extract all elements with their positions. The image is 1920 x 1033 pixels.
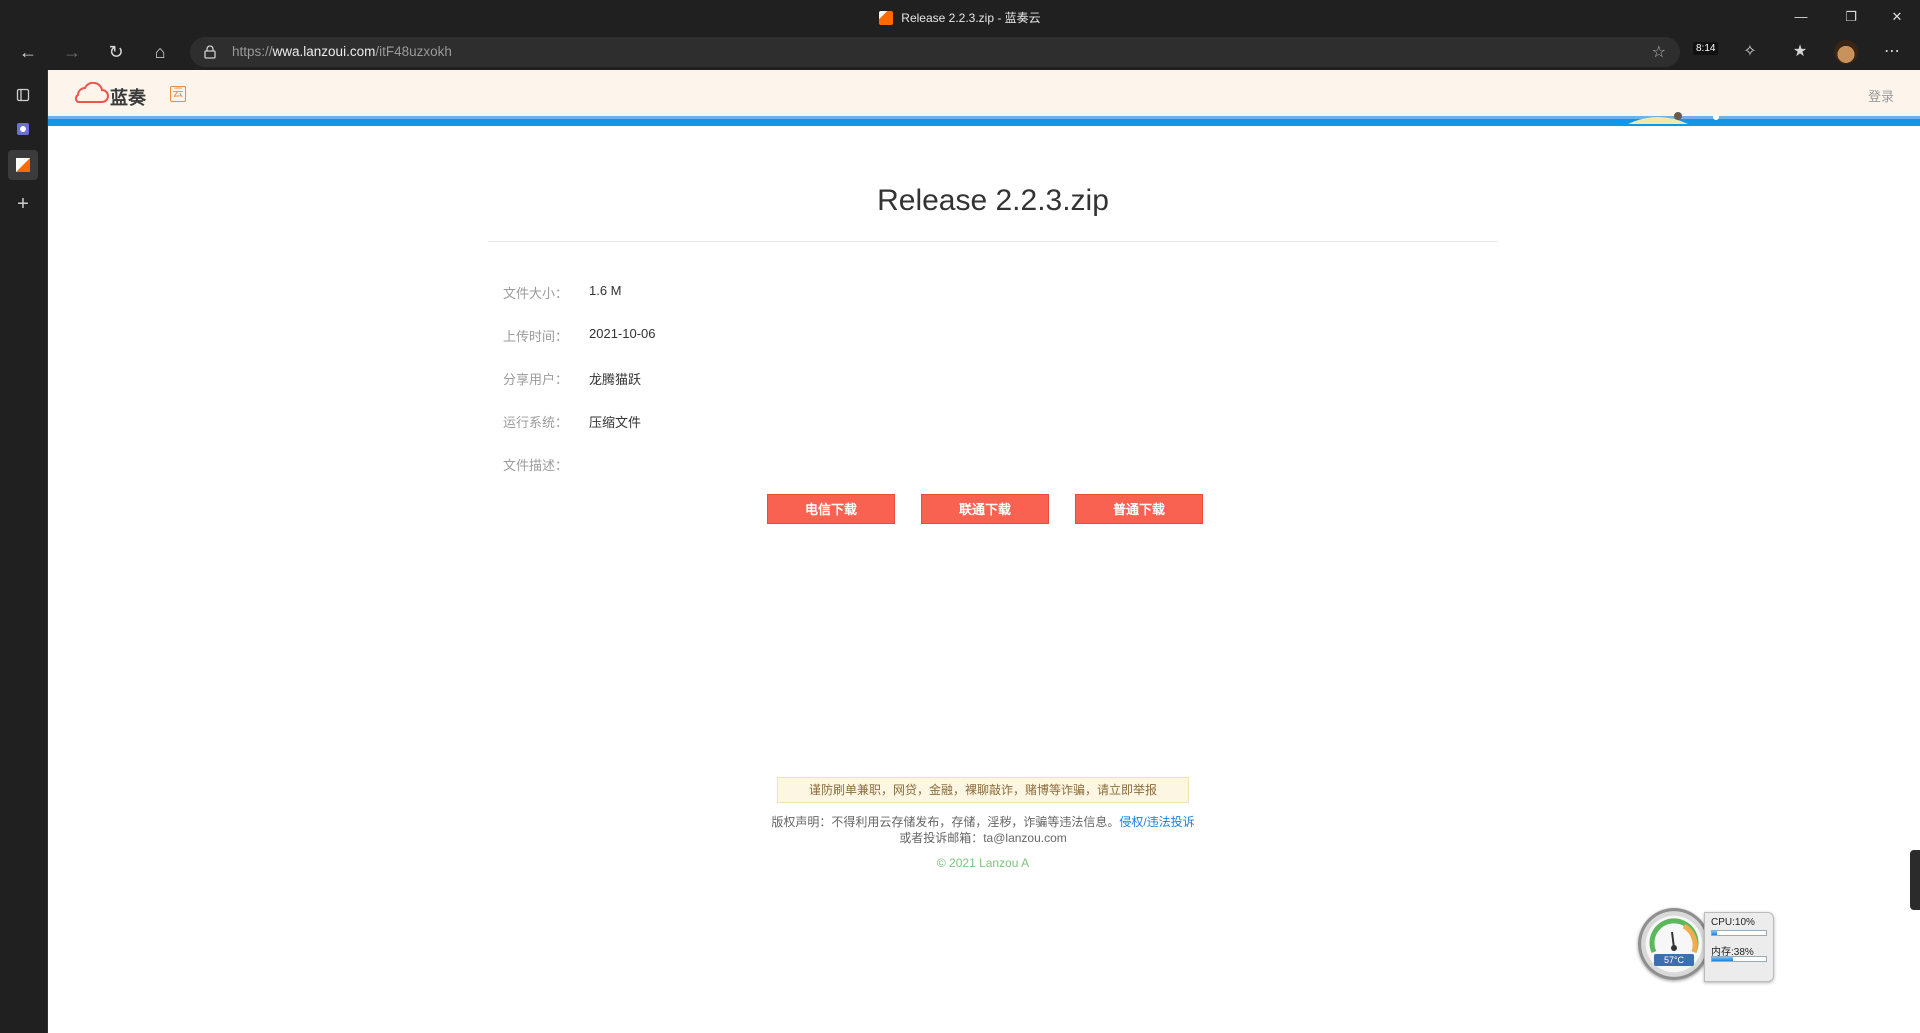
normal-download-button[interactable]: 普通下载 bbox=[1075, 494, 1203, 524]
window-title: Release 2.2.3.zip - 蓝奏云 bbox=[0, 9, 1920, 26]
lanzou-tab-favicon-icon bbox=[16, 158, 30, 172]
report-link[interactable]: 侵权/违法投诉 bbox=[1119, 815, 1194, 829]
info-label: 分享用户： bbox=[503, 372, 569, 387]
usage-panel: CPU:10% 内存:38% bbox=[1704, 912, 1774, 982]
page-content: 蓝奏 云 登录 Release 2.2.3.zip 文件大小： 1.6 M 上传… bbox=[48, 70, 1920, 1033]
system-monitor-widget[interactable]: 57°C CPU:10% 内存:38% bbox=[1638, 908, 1778, 984]
more-menu-icon[interactable]: ⋯ bbox=[1878, 38, 1906, 66]
favorites-icon[interactable]: ★ bbox=[1786, 38, 1814, 66]
back-button[interactable]: ← bbox=[14, 38, 42, 66]
info-value: 1.6 M bbox=[589, 283, 622, 298]
tab-panel-icon bbox=[16, 88, 30, 102]
tab-other[interactable] bbox=[8, 114, 38, 144]
close-button[interactable]: ✕ bbox=[1874, 0, 1920, 34]
cpu-bar-fill bbox=[1712, 931, 1718, 935]
info-value: 龙腾猫跃 bbox=[589, 372, 642, 387]
forward-button[interactable]: → bbox=[58, 38, 86, 66]
profile-avatar[interactable] bbox=[1834, 40, 1858, 64]
info-label: 运行系统： bbox=[503, 415, 569, 430]
banner-decoration-icon bbox=[1628, 112, 1719, 124]
lock-icon bbox=[204, 45, 216, 59]
url-scheme: https:// bbox=[232, 44, 273, 59]
fraud-notice: 谨防刷单兼职，网贷，金融，裸聊敲诈，赌博等诈骗，请立即举报 bbox=[777, 777, 1189, 803]
browser-toolbar: ← → ↻ ⌂ https://wwa.lanzoui.com/itF48uzx… bbox=[0, 34, 1920, 70]
address-bar[interactable]: https://wwa.lanzoui.com/itF48uzxokh ☆ bbox=[190, 37, 1680, 67]
report-email: 或者投诉邮箱：ta@lanzou.com bbox=[899, 831, 1067, 845]
info-value: 2021-10-06 bbox=[589, 326, 656, 341]
tab-lanzou[interactable] bbox=[8, 150, 38, 180]
extensions-icon[interactable]: ✧ bbox=[1736, 38, 1764, 66]
telecom-download-button[interactable]: 电信下载 bbox=[767, 494, 895, 524]
site-brand: 蓝奏 bbox=[110, 88, 146, 108]
url-host: wwa.lanzoui.com bbox=[272, 44, 376, 59]
memory-bar-fill bbox=[1712, 957, 1733, 961]
copyright-text: 版权声明：不得利用云存储发布，存储，淫秽，诈骗等违法信息。 bbox=[771, 815, 1120, 829]
cloud-icon bbox=[74, 82, 109, 103]
side-panel-handle[interactable] bbox=[1910, 850, 1920, 910]
temperature-gauge: 57°C bbox=[1638, 908, 1710, 980]
info-value: 压缩文件 bbox=[589, 415, 642, 430]
restore-button[interactable]: ❐ bbox=[1828, 0, 1874, 34]
minimize-button[interactable]: — bbox=[1778, 0, 1824, 34]
temperature-readout: 57°C bbox=[1654, 954, 1694, 966]
info-label: 文件描述： bbox=[503, 458, 569, 473]
window-title-text: Release 2.2.3.zip - 蓝奏云 bbox=[901, 11, 1041, 25]
header-banner-strip bbox=[48, 112, 1920, 126]
copyright-statement: 版权声明：不得利用云存储发布，存储，淫秽，诈骗等违法信息。侵权/违法投诉 或者投… bbox=[638, 814, 1328, 846]
site-footer: © 2021 Lanzou A bbox=[936, 856, 1030, 870]
tab-actions-button[interactable] bbox=[8, 80, 38, 110]
gauge-dial-icon bbox=[1649, 918, 1699, 954]
extension-clock-badge[interactable]: 8:14 bbox=[1693, 42, 1719, 55]
new-tab-button[interactable]: + bbox=[8, 190, 38, 220]
cpu-label: CPU:10% bbox=[1711, 917, 1755, 928]
url-path: /itF48uzxokh bbox=[375, 44, 452, 59]
memory-bar bbox=[1711, 956, 1767, 962]
home-button[interactable]: ⌂ bbox=[146, 38, 174, 66]
vertical-tab-strip: + bbox=[0, 70, 48, 1033]
window-titlebar: Release 2.2.3.zip - 蓝奏云 — ❐ ✕ bbox=[0, 0, 1920, 34]
info-label: 上传时间： bbox=[503, 329, 569, 344]
title-divider bbox=[488, 241, 1498, 242]
file-title: Release 2.2.3.zip bbox=[877, 184, 1109, 217]
tab-favicon-icon bbox=[17, 123, 29, 135]
url-text: https://wwa.lanzoui.com/itF48uzxokh bbox=[232, 44, 452, 59]
site-brand-badge: 云 bbox=[170, 86, 186, 102]
info-label: 文件大小： bbox=[503, 286, 569, 301]
reload-button[interactable]: ↻ bbox=[102, 38, 130, 66]
cpu-bar bbox=[1711, 930, 1767, 936]
lanzou-favicon-icon bbox=[879, 11, 894, 25]
login-link[interactable]: 登录 bbox=[1868, 86, 1894, 105]
add-favorite-icon[interactable]: ☆ bbox=[1652, 42, 1666, 62]
unicom-download-button[interactable]: 联通下载 bbox=[921, 494, 1049, 524]
